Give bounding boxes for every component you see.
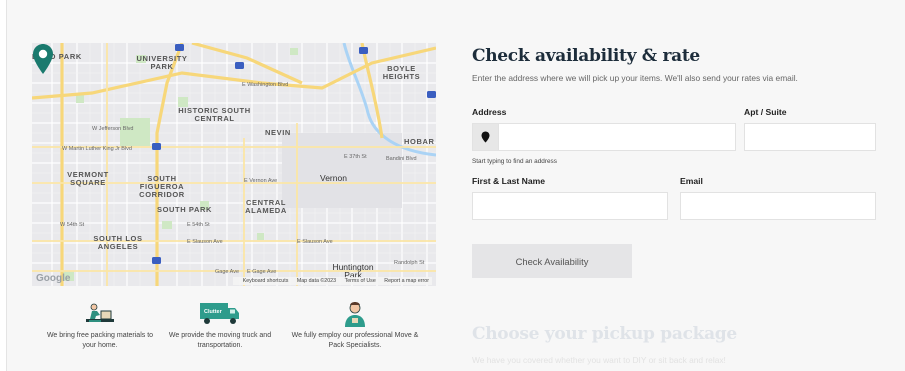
packing-person-icon — [86, 303, 114, 322]
map-street-gage-ave: Gage Ave — [215, 269, 240, 275]
form-subtitle: Enter the address where we will pick up … — [472, 73, 798, 83]
address-input[interactable] — [499, 124, 735, 150]
apt-input[interactable] — [745, 124, 875, 150]
moving-truck-icon: Clutter — [200, 303, 239, 324]
map-street-jefferson: W Jefferson Blvd — [92, 126, 134, 132]
terms-link[interactable]: Terms of Use — [345, 278, 376, 284]
feature-specialist: We fully employ our professional Move & … — [285, 300, 425, 351]
email-field[interactable] — [680, 192, 876, 220]
map-street-mlk: W Martin Luther King Jr Blvd — [62, 146, 132, 152]
map-label-vernon: Vernon — [320, 173, 347, 183]
pickup-package-title: Choose your pickup package — [472, 324, 737, 344]
apt-field[interactable] — [744, 123, 876, 151]
map-label-nevin: NEVIN — [265, 128, 291, 137]
apt-label: Apt / Suite — [744, 107, 787, 117]
specialist-person-icon — [345, 302, 365, 327]
map-street-washington: E Washington Blvd — [242, 82, 289, 88]
map-street-e-vernon-ave: E Vernon Ave — [244, 178, 278, 184]
map-label-historic-south-central: HISTORIC SOUTH CENTRAL — [178, 106, 251, 123]
report-map-error-link[interactable]: Report a map error — [384, 278, 429, 284]
map-label-boyle-heights: BOYLE HEIGHTS — [382, 64, 421, 81]
name-input[interactable] — [473, 193, 667, 219]
address-hint: Start typing to find an address — [472, 158, 557, 165]
map-street-w-54th-st: W 54th St — [60, 222, 85, 228]
map-street-e-slauson-ave: E Slauson Ave — [187, 239, 223, 245]
email-input[interactable] — [681, 193, 875, 219]
keyboard-shortcuts-link[interactable]: Keyboard shortcuts — [243, 278, 289, 284]
feature-packing-text: We bring free packing materials to your … — [46, 332, 154, 349]
map[interactable]: ECHO PARK UNIVERSITY PARK BOYLE HEIGHTS … — [32, 43, 436, 286]
truck-brand-label: Clutter — [204, 309, 223, 315]
name-label: First & Last Name — [472, 176, 546, 186]
map-street-randolph: Randolph St — [394, 260, 425, 266]
map-street-e-54th-st: E 54th St — [187, 222, 210, 228]
feature-packing: We bring free packing materials to your … — [40, 300, 160, 351]
feature-truck: Clutter We provide the moving truck and … — [160, 300, 280, 351]
map-footer: Google Keyboard shortcuts Map data ©2023… — [32, 273, 436, 286]
map-footer-links: Keyboard shortcuts Map data ©2023 Terms … — [232, 277, 432, 285]
form-title: Check availability & rate — [472, 46, 700, 66]
google-logo: Google — [36, 273, 71, 284]
address-label: Address — [472, 107, 507, 117]
feature-truck-text: We provide the moving truck and transpor… — [168, 332, 272, 349]
map-label-south-los-angeles: SOUTH LOS ANGELES — [93, 234, 143, 251]
map-street-bandini: Bandini Blvd — [386, 156, 417, 162]
map-label-university-park: UNIVERSITY PARK — [136, 54, 188, 71]
map-pin-icon — [33, 44, 53, 74]
check-availability-button[interactable]: Check Availability — [472, 244, 632, 278]
map-label-south-park: SOUTH PARK — [157, 205, 213, 214]
map-label-central-alameda: CENTRAL ALAMEDA — [245, 198, 287, 215]
map-label-vermont-square: VERMONT SQUARE — [67, 170, 109, 187]
address-field[interactable] — [498, 123, 736, 151]
address-pin-icon — [472, 123, 499, 151]
map-data-text: Map data ©2023 — [296, 278, 337, 284]
map-street-e-gage-ave: E Gage Ave — [247, 269, 277, 275]
map-street-e-37th-st: E 37th St — [344, 154, 367, 160]
email-label: Email — [680, 176, 703, 186]
map-label-hobart: HOBAR — [404, 137, 435, 146]
map-street-e-slauson-ave-2: E Slauson Ave — [297, 239, 333, 245]
name-field[interactable] — [472, 192, 668, 220]
feature-specialist-text: We fully employ our professional Move & … — [291, 332, 419, 349]
pickup-package-subtitle: We have you covered whether you want to … — [472, 355, 726, 365]
map-label-south-figueroa: SOUTH FIGUEROA CORRIDOR — [139, 174, 185, 199]
